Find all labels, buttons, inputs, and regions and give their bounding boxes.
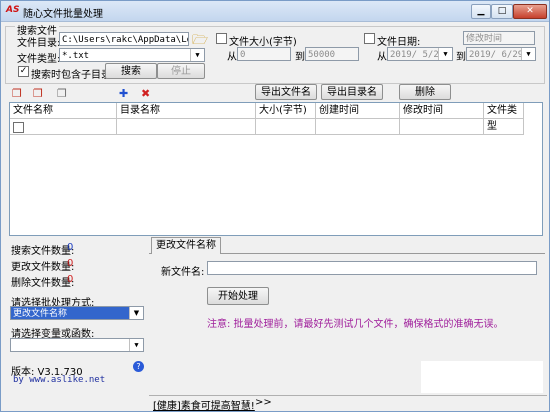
- table-row-cell[interactable]: [316, 119, 400, 135]
- col-header-size[interactable]: 大小(字节): [256, 103, 316, 119]
- new-name-input[interactable]: [207, 261, 537, 275]
- method-value: 更改文件名称: [13, 309, 68, 319]
- deleted-count: 0: [67, 274, 74, 285]
- size-to-label: 到: [295, 52, 305, 63]
- search-button[interactable]: 搜索: [105, 63, 157, 79]
- file-list-grid[interactable]: 文件名称 目录名称 大小(字节) 创建时间 修改时间 文件类型: [9, 102, 543, 236]
- size-to-value: 50000: [308, 50, 336, 60]
- export-dirs-button[interactable]: 导出目录名: [321, 84, 383, 100]
- type-value: *.txt: [62, 51, 90, 61]
- date-from-label: 从: [377, 52, 387, 63]
- table-row-cell[interactable]: [256, 119, 316, 135]
- stop-button[interactable]: 停止: [157, 63, 205, 79]
- table-row-cell[interactable]: [10, 119, 117, 135]
- changed-count-label: 更改文件数量:: [11, 262, 75, 273]
- invert-select-icon[interactable]: ❐: [33, 87, 43, 100]
- size-to-input[interactable]: 50000: [305, 47, 359, 61]
- deleted-count-label: 删除文件数量:: [11, 278, 75, 289]
- date-to-picker[interactable]: 2019/ 6/29 ▼: [466, 47, 536, 61]
- blank-area: [421, 361, 543, 393]
- size-filter-label: 文件大小(字节): [229, 37, 297, 48]
- export-names-button[interactable]: 导出文件名: [255, 84, 317, 100]
- remove-icon[interactable]: ✖: [141, 87, 150, 100]
- table-row-cell[interactable]: [400, 119, 484, 135]
- chevron-down-icon: ▼: [129, 307, 143, 319]
- method-select[interactable]: 更改文件名称 ▼: [10, 306, 144, 320]
- date-to-label: 到: [456, 52, 466, 63]
- title-bar: AS 随心文件批量处理 ▁ □ ✕: [1, 1, 549, 22]
- chevron-down-icon: ▼: [521, 48, 535, 60]
- maximize-button[interactable]: □: [491, 4, 513, 19]
- date-from-value: 2019/ 5/29: [390, 50, 445, 60]
- size-from-value: 0: [240, 50, 246, 60]
- col-header-dirname[interactable]: 目录名称: [117, 103, 256, 119]
- minimize-button[interactable]: ▁: [471, 4, 491, 19]
- col-header-filetype[interactable]: 文件类型: [484, 103, 524, 132]
- close-button[interactable]: ✕: [513, 4, 547, 19]
- delete-button[interactable]: 删除: [399, 84, 451, 100]
- table-row-cell[interactable]: [484, 119, 524, 135]
- website-link[interactable]: by www.aslike.net: [13, 375, 105, 385]
- changed-count: 0: [67, 258, 74, 269]
- variable-select[interactable]: ▼: [10, 338, 144, 352]
- app-logo-icon: AS: [6, 5, 20, 15]
- status-bar: [健康]素食可提高智慧! >>: [149, 395, 547, 412]
- date-from-picker[interactable]: 2019/ 5/29 ▼: [387, 47, 453, 61]
- col-header-filename[interactable]: 文件名称: [10, 103, 117, 119]
- search-count-label: 搜索文件数量:: [11, 246, 75, 257]
- chevron-down-icon: ▼: [438, 48, 452, 60]
- col-header-created[interactable]: 创建时间: [316, 103, 400, 119]
- chevron-down-icon: ▼: [190, 49, 204, 61]
- chevron-down-icon: ▼: [129, 339, 143, 351]
- search-count: 0: [67, 242, 74, 253]
- max-icon: □: [497, 6, 507, 16]
- subdir-label: 搜索时包含子目录: [31, 70, 111, 81]
- size-from-input[interactable]: 0: [237, 47, 291, 61]
- dir-input[interactable]: C:\Users\rakc\AppData\Local\Te: [59, 32, 189, 46]
- dir-value: C:\Users\rakc\AppData\Local\Te: [62, 35, 188, 45]
- type-select[interactable]: *.txt ▼: [59, 48, 205, 62]
- unselect-icon[interactable]: ❐: [57, 87, 67, 100]
- status-arrows[interactable]: >>: [255, 397, 272, 408]
- status-tip-link[interactable]: [健康]素食可提高智慧!: [153, 397, 255, 412]
- warning-note: 注意: 批量处理前，请最好先测试几个文件，确保格式的准确无误。: [207, 319, 504, 330]
- min-icon: ▁: [477, 6, 485, 16]
- type-label: 文件类型:: [17, 54, 61, 65]
- size-filter-checkbox[interactable]: [216, 33, 227, 44]
- date-filter-label: 文件日期:: [377, 37, 421, 48]
- window-title: 随心文件批量处理: [23, 9, 103, 20]
- select-all-icon[interactable]: ❐: [12, 87, 22, 100]
- date-filter-checkbox[interactable]: [364, 33, 375, 44]
- main-window: AS 随心文件批量处理 ▁ □ ✕ 搜索文件 文件目录: C:\Users\ra…: [0, 0, 550, 412]
- subdir-checkbox[interactable]: ✓: [18, 66, 29, 77]
- dir-label: 文件目录:: [17, 38, 61, 49]
- table-row-cell[interactable]: [117, 119, 256, 135]
- row-checkbox[interactable]: [13, 122, 24, 133]
- close-icon: ✕: [526, 6, 534, 16]
- tab-rename[interactable]: 更改文件名称: [151, 237, 221, 254]
- start-process-button[interactable]: 开始处理: [207, 287, 269, 305]
- col-header-modified[interactable]: 修改时间: [400, 103, 484, 119]
- help-icon[interactable]: ?: [133, 361, 144, 372]
- size-from-label: 从: [227, 52, 237, 63]
- date-type-value: 修改时间: [466, 34, 503, 44]
- add-icon[interactable]: ✚: [119, 87, 128, 100]
- date-to-value: 2019/ 6/29: [469, 50, 524, 60]
- new-name-label: 新文件名:: [161, 267, 205, 278]
- date-type-select[interactable]: 修改时间: [463, 31, 535, 45]
